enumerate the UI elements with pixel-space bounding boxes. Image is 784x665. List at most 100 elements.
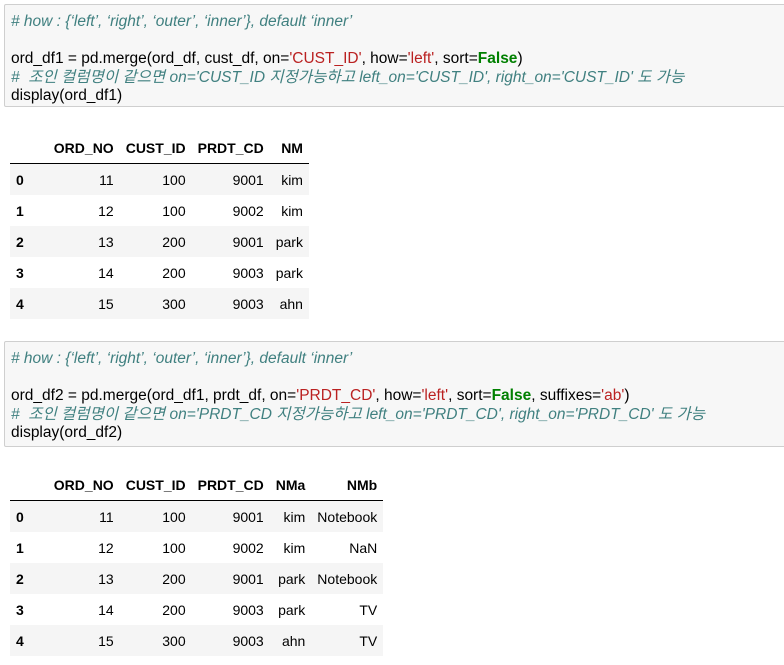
- row-index: 4: [16, 632, 24, 649]
- code-keyword: False: [477, 50, 518, 67]
- table-cell: 9001: [232, 171, 264, 188]
- code-text: ord_df1 = pd.merge(ord_df, cust_df, on=: [11, 50, 290, 67]
- table-cell: Notebook: [317, 570, 378, 587]
- table-cell: 100: [162, 508, 186, 525]
- table-cell: kim: [283, 539, 306, 556]
- dataframe-table-1: ORD_NO CUST_ID PRDT_CD NM 0 11 100 9001 …: [10, 132, 309, 319]
- table-cell: 11: [99, 508, 114, 525]
- row-index: 2: [16, 233, 24, 250]
- table-cell: 9003: [232, 295, 264, 312]
- table-cell: 9001: [232, 508, 264, 525]
- index-header: [10, 132, 48, 164]
- table-row: 3 14 200 9003 park: [10, 257, 309, 288]
- table-row: 1 12 100 9002 kim NaN: [10, 532, 384, 563]
- table-cell: kim: [281, 171, 303, 188]
- code-comment-how: # how : {‘left’, ‘right’, ‘outer’, ‘inne…: [11, 13, 353, 30]
- table-cell: 200: [162, 233, 186, 250]
- code-cell-1[interactable]: # how : {‘left’, ‘right’, ‘outer’, ‘inne…: [4, 4, 784, 107]
- code-display-call: display(ord_df2): [11, 424, 123, 441]
- column-header: NMa: [269, 469, 312, 501]
- row-index: 4: [16, 295, 24, 312]
- table-cell: 200: [162, 264, 186, 281]
- table-cell: 13: [98, 570, 114, 587]
- code-comment-note: # 조인 컬럼명이 같으면 on='PRDT_CD 지정가능하고 left_on…: [11, 405, 706, 423]
- code-keyword: False: [491, 387, 532, 404]
- table-row: 4 15 300 9003 ahn TV: [10, 625, 384, 656]
- code-text: , sort=: [448, 387, 492, 404]
- table-cell: 14: [98, 601, 114, 618]
- table-cell: Notebook: [317, 508, 378, 525]
- column-header: ORD_NO: [47, 132, 120, 164]
- dataframe-table-2: ORD_NO CUST_ID PRDT_CD NMa NMb 0 11 100 …: [10, 469, 384, 656]
- code-cell-2[interactable]: # how : {‘left’, ‘right’, ‘outer’, ‘inne…: [4, 341, 784, 447]
- table-cell: park: [275, 264, 303, 281]
- table-cell: park: [278, 601, 306, 618]
- table-cell: NaN: [349, 539, 378, 556]
- table-cell: 11: [99, 171, 114, 188]
- row-index: 2: [16, 570, 24, 587]
- table-cell: ahn: [281, 632, 306, 649]
- table-cell: TV: [359, 601, 378, 618]
- table-cell: kim: [283, 508, 306, 525]
- table-row: 3 14 200 9003 park TV: [10, 594, 384, 625]
- table-cell: kim: [281, 202, 303, 219]
- table-cell: 300: [162, 295, 186, 312]
- row-index: 3: [16, 601, 24, 618]
- code-string: 'PRDT_CD': [296, 387, 376, 404]
- table-cell: 9002: [232, 202, 264, 219]
- code-string: 'left': [421, 387, 449, 404]
- code-string: 'left': [407, 50, 435, 67]
- table-row: 4 15 300 9003 ahn: [10, 288, 309, 319]
- column-header: NMb: [311, 469, 384, 501]
- code-text: , how=: [361, 50, 408, 67]
- table-cell: 13: [98, 233, 114, 250]
- column-header: ORD_NO: [47, 469, 120, 501]
- table-cell: 9003: [232, 264, 264, 281]
- table-row: 1 12 100 9002 kim: [10, 195, 309, 226]
- table-cell: 100: [162, 539, 186, 556]
- table-cell: 15: [98, 295, 114, 312]
- table-cell: 100: [162, 202, 186, 219]
- code-string: 'ab': [601, 387, 625, 404]
- row-index: 3: [16, 264, 24, 281]
- table-row: 2 13 200 9001 park Notebook: [10, 563, 384, 594]
- row-index: 0: [16, 508, 24, 525]
- row-index: 1: [16, 202, 24, 219]
- table-cell: 200: [162, 601, 186, 618]
- code-display-call: display(ord_df1): [11, 87, 123, 104]
- table-cell: 300: [162, 632, 186, 649]
- code-text: , suffixes=: [531, 387, 602, 404]
- table-cell: park: [275, 233, 303, 250]
- table-cell: 12: [98, 539, 114, 556]
- code-string: 'CUST_ID': [289, 50, 362, 67]
- table-cell: 200: [162, 570, 186, 587]
- table-cell: ahn: [279, 295, 303, 312]
- code-text: ): [517, 50, 523, 67]
- code-text: , how=: [375, 387, 422, 404]
- table-cell: 14: [98, 264, 114, 281]
- table-cell: 100: [162, 171, 186, 188]
- table-row: 2 13 200 9001 park: [10, 226, 309, 257]
- table-cell: 9002: [232, 539, 264, 556]
- column-header: NM: [269, 132, 309, 164]
- index-header: [10, 469, 48, 501]
- table-cell: 9001: [232, 233, 264, 250]
- row-index: 1: [16, 539, 24, 556]
- table-cell: park: [278, 570, 306, 587]
- column-header: PRDT_CD: [191, 469, 270, 501]
- table-cell: 12: [98, 202, 114, 219]
- table-row: 0 11 100 9001 kim: [10, 163, 309, 195]
- code-text: , sort=: [434, 50, 478, 67]
- column-header: CUST_ID: [119, 469, 192, 501]
- code-text: ord_df2 = pd.merge(ord_df1, prdt_df, on=: [11, 387, 297, 404]
- table-cell: 9003: [232, 601, 264, 618]
- table-row: 0 11 100 9001 kim Notebook: [10, 500, 384, 532]
- table-header-row: ORD_NO CUST_ID PRDT_CD NM: [10, 132, 309, 164]
- column-header: CUST_ID: [119, 132, 192, 164]
- code-text: ): [624, 387, 630, 404]
- table-cell: TV: [359, 632, 378, 649]
- code-comment-how: # how : {‘left’, ‘right’, ‘outer’, ‘inne…: [11, 350, 353, 367]
- code-comment-note: # 조인 컬럼명이 같으면 on='CUST_ID 지정가능하고 left_on…: [11, 68, 685, 86]
- table-cell: 9003: [232, 632, 264, 649]
- row-index: 0: [16, 171, 24, 188]
